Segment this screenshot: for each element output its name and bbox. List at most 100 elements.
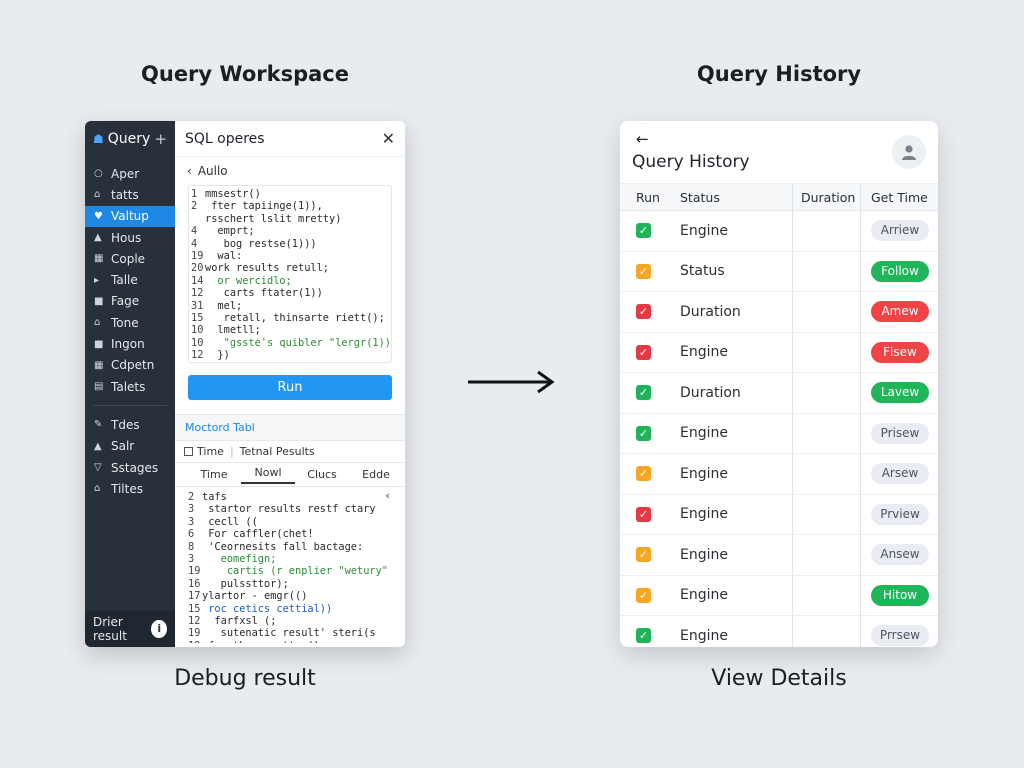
action-button[interactable]: Prrsew [871, 625, 929, 647]
action-cell: Amew [860, 292, 938, 332]
sidebar-item[interactable]: ▦ Cople [85, 248, 175, 269]
table-row[interactable]: ✓ Engine Hitow [620, 575, 938, 616]
sidebar-item[interactable]: ■ Ingon [85, 333, 175, 354]
code-line: 15 retall, thinsarte riett(); [191, 312, 391, 324]
action-button[interactable]: Arriew [871, 220, 929, 242]
sidebar-item[interactable]: ⌂ tatts [85, 184, 175, 205]
check-icon[interactable]: ✓ [636, 587, 651, 603]
action-button[interactable]: Amew [871, 301, 929, 323]
sidebar-footer[interactable]: Drier result i [85, 611, 176, 647]
line-number: 15 [191, 311, 204, 324]
table-row[interactable]: ✓ Engine Arsew [620, 454, 938, 495]
table-row[interactable]: ✓ Engine Ansew [620, 535, 938, 576]
action-button[interactable]: Prview [871, 503, 929, 525]
action-button[interactable]: Arsew [871, 463, 929, 485]
action-button[interactable]: Hitow [871, 584, 929, 606]
column-get-time[interactable]: Get Time [860, 184, 938, 210]
sidebar-item[interactable]: ▽ Sstages [85, 457, 175, 478]
column-status[interactable]: Status [676, 190, 792, 205]
action-button[interactable]: Follow [871, 260, 929, 282]
line-number: 10 [191, 324, 204, 337]
table-row[interactable]: ✓ Engine Prview [620, 494, 938, 535]
sidebar-item-label: Tiltes [111, 481, 143, 496]
avatar[interactable] [892, 135, 926, 169]
time-checkbox[interactable] [184, 447, 194, 456]
run-cell: ✓ [620, 344, 676, 360]
code-text: bog restse(1))) [205, 237, 317, 250]
line-number: 12 [191, 287, 204, 300]
back-arrow-icon[interactable]: ← [636, 130, 649, 148]
code-line: 10 "gsste's quibler "lergr(1)) [191, 337, 391, 349]
close-icon[interactable]: ✕ [382, 129, 395, 148]
table-row[interactable]: ✓ Engine Flsew [620, 332, 938, 373]
code-text: or wercidlo; [205, 274, 292, 287]
table-row[interactable]: ✓ Engine Arriew [620, 211, 938, 252]
code-text: for ther wastter() [202, 640, 320, 643]
check-icon[interactable]: ✓ [636, 466, 651, 482]
grid-icon: ▦ [94, 359, 104, 371]
check-icon[interactable]: ✓ [636, 263, 651, 279]
plus-icon[interactable]: + [154, 130, 167, 148]
action-button[interactable]: Flsew [871, 341, 929, 363]
filter-icon: ▽ [94, 462, 102, 473]
table-row[interactable]: ✓ Engine Prrsew [620, 616, 938, 647]
duration-cell [792, 211, 860, 251]
chevron-left-icon[interactable]: ‹ [384, 490, 391, 502]
column-tab[interactable]: Clucs [295, 468, 349, 481]
check-icon[interactable]: ✓ [636, 344, 651, 360]
check-icon[interactable]: ✓ [636, 425, 651, 441]
column-tab[interactable]: Edde [349, 468, 403, 481]
sidebar-item[interactable]: ○ Aper [85, 163, 175, 184]
sidebar-item[interactable]: ▦ Cdpetn [85, 355, 175, 376]
sidebar-item[interactable]: ▸ Talle [85, 269, 175, 290]
sidebar-item[interactable]: ⌂ Tone [85, 312, 175, 333]
status-cell: Engine [680, 425, 728, 442]
result-tab[interactable]: Moctord Tabl [175, 415, 405, 440]
action-button[interactable]: Prisew [871, 422, 929, 444]
separator: | [229, 445, 234, 458]
square-icon: ■ [94, 338, 104, 350]
chevron-left-icon: ‹ [187, 164, 192, 178]
action-cell: Prrsew [860, 616, 938, 647]
sidebar-item[interactable]: ⌂ Tiltes [85, 478, 175, 499]
line-number: 19 [188, 627, 201, 640]
column-duration[interactable]: Duration [792, 184, 860, 210]
code-text: 'Ceornesits fall bactage: [202, 540, 364, 553]
sidebar-item[interactable]: ▲ Salr [85, 436, 175, 457]
table-row[interactable]: ✓ Engine Prisew [620, 413, 938, 454]
run-cell: ✓ [620, 547, 676, 563]
info-icon[interactable]: i [151, 620, 168, 638]
check-icon[interactable]: ✓ [636, 304, 651, 320]
sidebar-item[interactable]: ▤ Talets [85, 376, 175, 397]
check-icon[interactable]: ✓ [636, 506, 651, 522]
check-icon[interactable]: ✓ [636, 547, 651, 563]
code-line: 8 'Ceornesits fall bactage: [188, 541, 405, 553]
table-row[interactable]: ✓ Status Follow [620, 251, 938, 292]
check-icon[interactable]: ✓ [636, 223, 651, 239]
action-button[interactable]: Lavew [871, 382, 929, 404]
check-icon[interactable]: ✓ [636, 628, 651, 644]
action-cell: Hitow [860, 575, 938, 615]
table-row[interactable]: ✓ Duration Amew [620, 292, 938, 333]
action-button[interactable]: Ansew [871, 544, 929, 566]
code-text: startor results restf ctary [202, 503, 376, 516]
sidebar-item-label: Tdes [111, 417, 140, 432]
code-text: fter tapiinge(1)), [205, 200, 323, 213]
column-tab[interactable]: Time [187, 468, 241, 481]
run-cell: ✓ [620, 466, 676, 482]
column-run[interactable]: Run [620, 190, 676, 205]
sidebar-item-label: Hous [111, 230, 142, 245]
sidebar-item[interactable]: ▲ Hous [85, 227, 175, 248]
sidebar-item[interactable]: ✎ Tdes [85, 414, 175, 435]
query-history-window: ← Query History Run Status Duration Get … [620, 121, 938, 647]
sql-code-editor[interactable]: 1 mmsestr() 2 fter tapiinge(1)), rsschert l… [188, 185, 392, 363]
table-row[interactable]: ✓ Duration Lavew [620, 373, 938, 414]
check-icon[interactable]: ✓ [636, 385, 651, 401]
run-button[interactable]: Run [188, 375, 392, 400]
column-tab[interactable]: Nowl [241, 466, 296, 484]
back-link[interactable]: ‹ Aullo [175, 157, 405, 185]
result-column-tabs: Time Nowl Clucs Edde [175, 463, 405, 487]
sidebar-item[interactable]: ■ Fage [85, 291, 175, 312]
sidebar-item[interactable]: ♥ Valtup [85, 205, 176, 227]
run-cell: ✓ [620, 425, 676, 441]
